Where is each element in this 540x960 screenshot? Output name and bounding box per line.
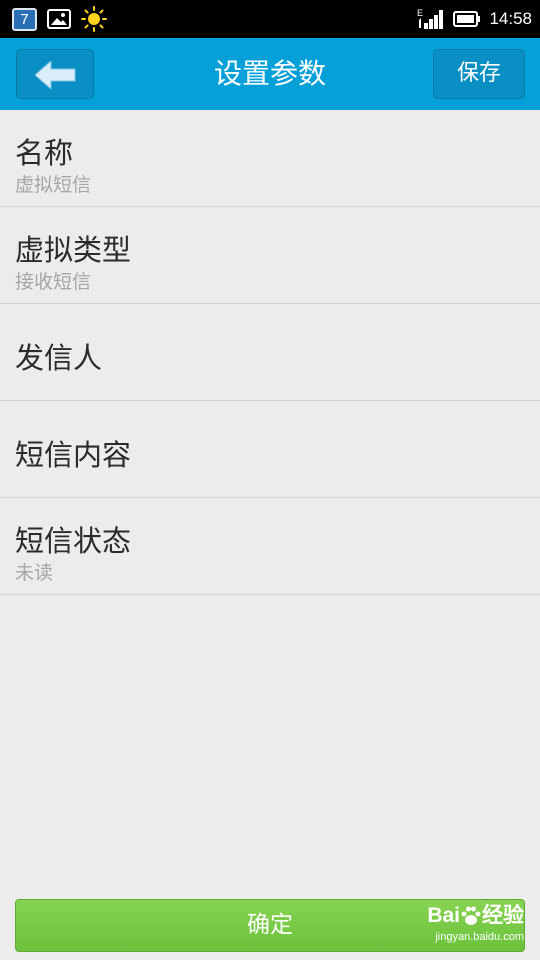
settings-item-value: 未读 (15, 562, 54, 584)
settings-list: 名称 虚拟短信 虚拟类型 接收短信 发信人 短信内容 短信状态 未读 (0, 110, 540, 595)
status-bar: 7 E 14:58 (0, 0, 540, 38)
settings-item-label: 短信状态 (15, 524, 132, 558)
settings-item-label: 名称 (15, 136, 74, 170)
status-bar-notifications: 7 (12, 6, 107, 32)
status-bar-system: E 14:58 (417, 6, 532, 32)
settings-item-value: 接收短信 (15, 271, 92, 293)
settings-item-name[interactable]: 名称 虚拟短信 (0, 110, 540, 207)
battery-icon (453, 11, 481, 27)
gallery-icon (47, 9, 71, 29)
arrow-left-icon (35, 61, 76, 89)
settings-item-sms-content[interactable]: 短信内容 (0, 401, 540, 498)
confirm-button[interactable]: 确定 (15, 899, 525, 952)
weather-sun-icon (81, 6, 107, 32)
title-bar: 设置参数 保存 (0, 38, 540, 110)
back-button[interactable] (16, 49, 94, 99)
signal-icon: E (417, 8, 444, 29)
settings-item-sms-status[interactable]: 短信状态 未读 (0, 498, 540, 595)
settings-item-label: 虚拟类型 (15, 233, 132, 267)
network-type-label: E (417, 8, 423, 18)
settings-item-label: 发信人 (15, 341, 103, 375)
calendar-icon: 7 (12, 7, 37, 31)
settings-item-sender[interactable]: 发信人 (0, 304, 540, 401)
settings-item-virtual-type[interactable]: 虚拟类型 接收短信 (0, 207, 540, 304)
clock: 14:58 (489, 9, 532, 28)
settings-item-value: 虚拟短信 (15, 174, 92, 196)
save-button[interactable]: 保存 (433, 49, 525, 99)
settings-item-label: 短信内容 (15, 438, 132, 472)
